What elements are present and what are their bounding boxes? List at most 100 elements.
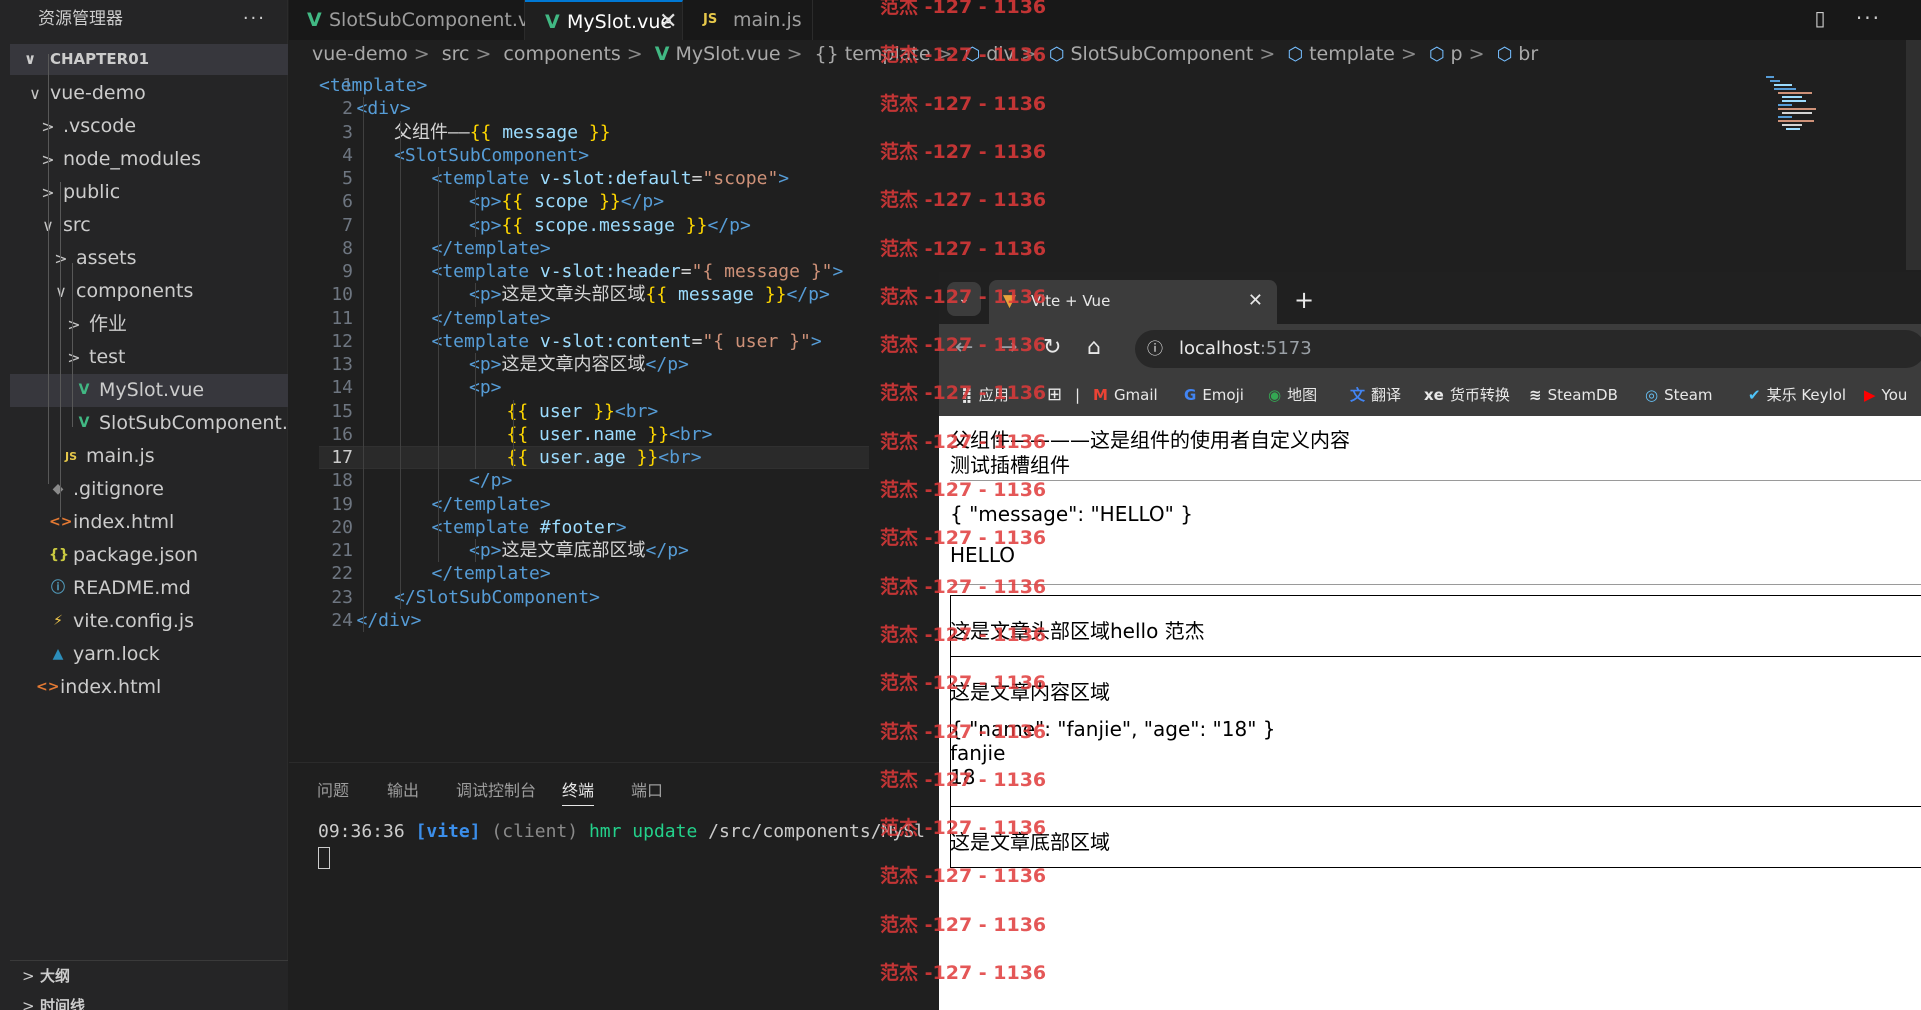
breadcrumb-item[interactable]: template [1309, 43, 1395, 65]
breadcrumb-item[interactable]: vue-demo [312, 43, 408, 65]
tab-slotsubcomponent[interactable]: V SlotSubComponent.vue [289, 0, 553, 40]
tree-item[interactable]: ▲ yarn.lock [10, 638, 288, 671]
code-editor[interactable]: 1 <template> 2 <div> 3 父组件——{{ message }} 4 <Sl… [289, 70, 939, 760]
close-icon[interactable]: ✕ [659, 2, 677, 42]
tree-item[interactable]: ⓘ README.md [10, 572, 288, 605]
tree-item[interactable]: >public [10, 176, 288, 209]
file-type-icon: <> [49, 514, 73, 530]
tab-output[interactable]: 输出 [387, 777, 419, 801]
tree-item[interactable]: >node_modules [10, 143, 288, 176]
watermark-text: 范杰 -127 - 1136 [880, 768, 1047, 791]
close-icon[interactable]: ✕ [1248, 280, 1263, 322]
code-line: <template #footer> [431, 516, 627, 538]
tree-item-label: MySlot.vue [99, 379, 205, 401]
split-editor-icon[interactable]: ▯ [1815, 6, 1826, 30]
editor-scrollbar[interactable] [1906, 40, 1921, 270]
file-tree: ∨vue-demo>.vscode>node_modules>public∨sr… [10, 54, 288, 704]
tree-item[interactable]: ∨src [10, 209, 288, 242]
bookmark-item[interactable]: G Emoji [1184, 374, 1244, 416]
explorer-sidebar: 资源管理器 ··· ∨ CHAPTER01 ∨vue-demo>.vscode>… [0, 0, 288, 1010]
bookmark-item[interactable]: ≋ SteamDB [1529, 374, 1618, 416]
more-actions-icon[interactable]: ··· [1856, 6, 1881, 30]
tab-problems[interactable]: 问题 [317, 777, 349, 801]
line-number: 11 [331, 307, 353, 329]
bookmark-label: 地图 [1287, 386, 1318, 404]
file-type-icon: V [78, 382, 90, 398]
tab-mainjs[interactable]: JS main.js [683, 0, 813, 40]
bookmark-label: 翻译 [1371, 386, 1402, 404]
tab-debug-console[interactable]: 调试控制台 [456, 777, 536, 801]
line-number: 2 [342, 98, 353, 120]
breadcrumb-item[interactable]: src [442, 43, 470, 65]
tab-terminal[interactable]: 终端 [562, 777, 595, 806]
line-number: 3 [342, 121, 353, 143]
chevron-down-icon: ∨ [55, 282, 67, 301]
bookmark-item[interactable]: ✔ 某乐 Keylol [1748, 374, 1846, 416]
timeline-label: 时间线 [40, 997, 86, 1010]
tree-item[interactable]: > test [10, 341, 288, 374]
vue-file-icon: V [307, 9, 322, 31]
tree-item-label: SlotSubComponent.... [99, 412, 288, 434]
watermark-text: 范杰 -127 - 1136 [880, 962, 1047, 984]
code-line: <p>这是文章底部区域</p> [469, 540, 689, 561]
outline-section[interactable]: > 大纲 [10, 961, 288, 991]
tree-item[interactable]: ⚡ vite.config.js [10, 605, 288, 638]
bookmark-item[interactable]: ◎ Steam [1645, 374, 1713, 416]
site-info-icon[interactable]: ⓘ [1147, 330, 1163, 368]
tree-item[interactable]: V MySlot.vue [10, 374, 288, 407]
keylol-icon: ✔ [1748, 386, 1761, 404]
tab-myslot[interactable]: V MySlot.vue ✕ [525, 0, 683, 40]
tree-item[interactable]: JS main.js [10, 440, 288, 473]
gmail-icon: M [1093, 386, 1108, 404]
minimap-preview [1766, 76, 1816, 130]
tree-item[interactable]: <> index.html [10, 671, 288, 704]
chevron-right-icon: > [1259, 43, 1276, 65]
watermark-text: 范杰 -127 - 1136 [880, 720, 1047, 743]
tree-item[interactable]: > assets [10, 242, 288, 275]
more-actions-icon[interactable]: ··· [243, 0, 266, 38]
breadcrumb-item[interactable]: components [503, 43, 620, 65]
breadcrumb-item[interactable]: p [1451, 43, 1463, 65]
code-line: <template> [319, 75, 428, 96]
tree-item[interactable]: >.vscode [10, 110, 288, 143]
tree-item[interactable]: <> index.html [10, 506, 288, 539]
breadcrumb-item[interactable]: SlotSubComponent [1071, 43, 1254, 65]
file-type-icon: <> [36, 679, 60, 695]
bookmark-item[interactable]: ◉ 地图 [1268, 374, 1317, 416]
line-number: 13 [331, 354, 353, 375]
terminal-client: (client) [480, 821, 589, 842]
apps-grid-icon[interactable]: ⊞ [1047, 374, 1062, 416]
bookmark-label: 货币转换 [1449, 386, 1510, 404]
tree-item[interactable]: ∨ vue-demo [10, 77, 288, 110]
workspace-section-header[interactable]: ∨ CHAPTER01 [10, 44, 288, 75]
indent-guide [362, 97, 364, 632]
watermark-text: 范杰 -127 - 1136 [880, 334, 1047, 357]
new-tab-button[interactable]: + [1294, 280, 1314, 320]
line-number: 20 [331, 516, 353, 538]
bookmark-item[interactable]: ▶ You [1864, 374, 1907, 416]
code-line: </template> [431, 237, 551, 259]
breadcrumb-item[interactable]: MySlot.vue [675, 43, 780, 65]
bookmark-item[interactable]: xe 货币转换 [1424, 374, 1510, 416]
code-line: <template v-slot:default="scope"> [431, 168, 790, 189]
bookmark-item[interactable]: 文翻译 [1350, 374, 1401, 416]
tree-item-label: index.html [73, 511, 175, 533]
minimap[interactable] [1766, 76, 1826, 136]
tab-ports[interactable]: 端口 [631, 777, 663, 801]
tree-item[interactable]: ◆ .gitignore [10, 473, 288, 506]
tree-item[interactable]: ∨ components [10, 275, 288, 308]
screen: 资源管理器 ··· ∨ CHAPTER01 ∨vue-demo>.vscode>… [0, 0, 1921, 1010]
tree-item[interactable]: > 作业 [10, 308, 288, 341]
line-number: 5 [342, 168, 353, 189]
bookmark-item[interactable]: M Gmail [1093, 374, 1158, 416]
element-icon: ⬡ [1496, 44, 1513, 65]
tree-item[interactable]: {} package.json [10, 539, 288, 572]
line-number: 17 [331, 447, 353, 468]
breadcrumb-item[interactable]: br [1518, 43, 1538, 65]
indent-guide [400, 120, 401, 609]
address-bar[interactable]: ⓘ localhost:5173 [1135, 330, 1921, 368]
terminal-output[interactable]: 09:36:36 [vite] (client) hmr update /src… [318, 821, 925, 842]
home-icon[interactable]: ⌂ [1087, 324, 1101, 372]
tree-item[interactable]: V SlotSubComponent.... [10, 407, 288, 440]
timeline-section[interactable]: > 时间线 [10, 991, 288, 1010]
